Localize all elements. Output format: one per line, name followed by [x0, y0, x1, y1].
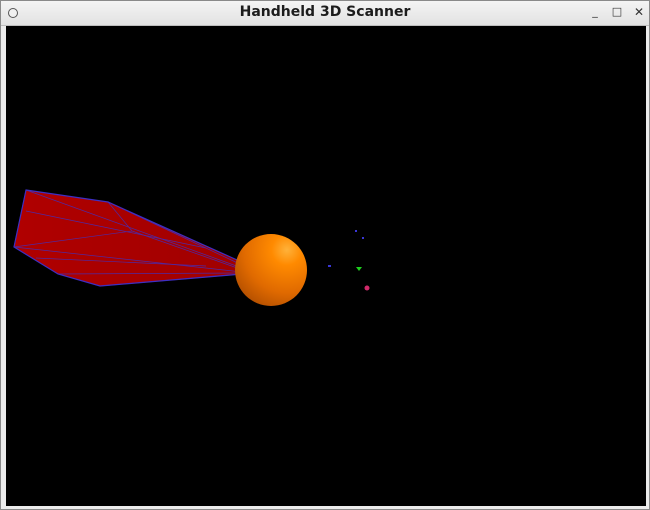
app-window: Handheld 3D Scanner _ □ ✕ [0, 0, 650, 510]
window-title: Handheld 3D Scanner [239, 4, 411, 20]
scanner-sphere [235, 234, 307, 306]
scan-point [328, 265, 331, 267]
maximize-button[interactable]: □ [609, 4, 625, 20]
scan-point [362, 237, 364, 239]
scan-point [355, 230, 357, 232]
camera-frustum [13, 189, 247, 287]
scan-point [356, 267, 362, 271]
close-button[interactable]: ✕ [631, 4, 647, 20]
scan-point [364, 285, 370, 291]
3d-viewport[interactable] [6, 26, 646, 506]
frustum-body [13, 189, 247, 287]
scene-canvas[interactable] [6, 26, 646, 506]
title-bar[interactable]: Handheld 3D Scanner _ □ ✕ [1, 1, 649, 26]
minimize-button[interactable]: _ [587, 4, 603, 20]
point-cloud [328, 230, 370, 291]
